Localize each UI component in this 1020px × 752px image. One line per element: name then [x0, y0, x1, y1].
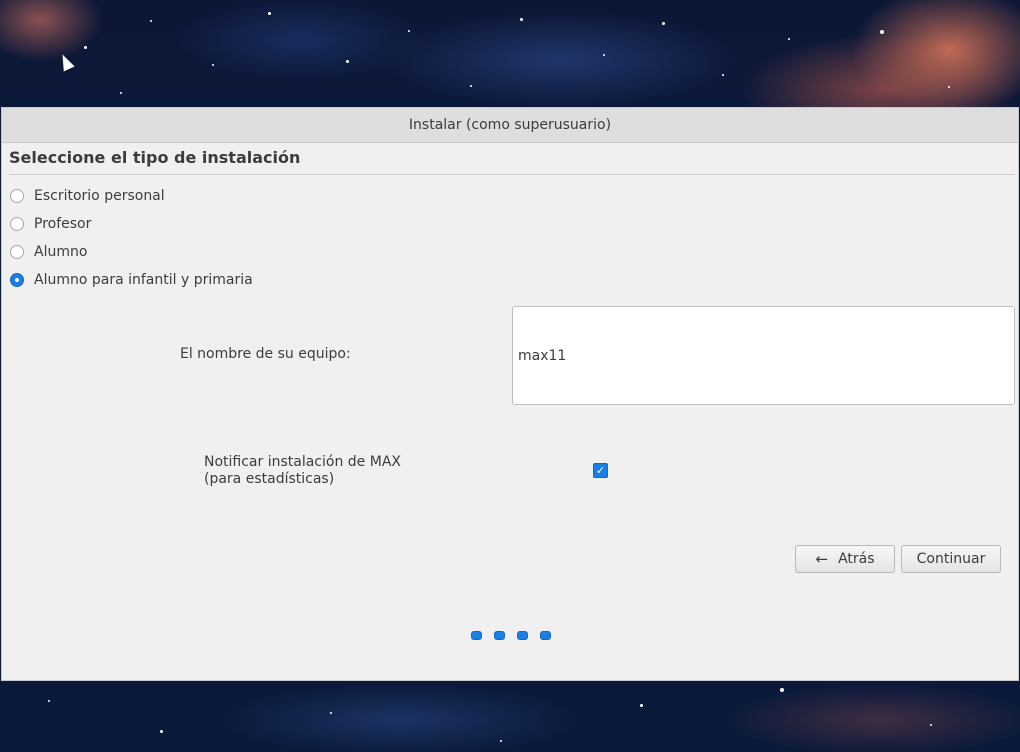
- computer-name-label: El nombre de su equipo:: [180, 346, 351, 362]
- divider: [9, 174, 1015, 175]
- window-titlebar[interactable]: Instalar (como superusuario): [2, 108, 1018, 143]
- page-title: Seleccione el tipo de instalación: [9, 148, 301, 167]
- radio-option-alumno[interactable]: Alumno: [10, 244, 87, 260]
- window-title: Instalar (como superusuario): [408, 117, 612, 133]
- radio-label: Alumno para infantil y primaria: [34, 272, 253, 288]
- progress-dot: [471, 631, 482, 640]
- radio-option-profesor[interactable]: Profesor: [10, 216, 91, 232]
- progress-dot: [494, 631, 505, 640]
- continue-button[interactable]: Continuar: [901, 545, 1001, 573]
- radio-button-selected[interactable]: [10, 273, 24, 287]
- computer-name-input[interactable]: max11: [512, 306, 1015, 405]
- radio-label: Escritorio personal: [34, 188, 165, 204]
- radio-button[interactable]: [10, 217, 24, 231]
- checkmark-icon: ✓: [595, 464, 606, 477]
- progress-dots: [471, 631, 563, 640]
- arrow-left-icon: ←: [815, 550, 829, 568]
- notify-label: Notificar instalación de MAX (para estad…: [204, 454, 401, 488]
- radio-label: Profesor: [34, 216, 92, 232]
- radio-button[interactable]: [10, 245, 24, 259]
- radio-option-escritorio-personal[interactable]: Escritorio personal: [10, 188, 165, 204]
- radio-button[interactable]: [10, 189, 24, 203]
- radio-option-alumno-infantil-primaria[interactable]: Alumno para infantil y primaria: [10, 272, 253, 288]
- notify-label-line2: (para estadísticas): [204, 471, 335, 487]
- continue-button-label: Continuar: [916, 551, 986, 567]
- back-button-label: Atrás: [838, 551, 875, 567]
- radio-label: Alumno: [34, 244, 88, 260]
- notify-checkbox[interactable]: ✓: [593, 463, 608, 478]
- installer-window: Instalar (como superusuario) Seleccione …: [1, 107, 1019, 681]
- computer-name-value: max11: [518, 347, 567, 364]
- notify-label-line1: Notificar instalación de MAX: [204, 454, 401, 470]
- progress-dot: [540, 631, 551, 640]
- back-button[interactable]: ← Atrás: [795, 545, 895, 573]
- progress-dot: [517, 631, 528, 640]
